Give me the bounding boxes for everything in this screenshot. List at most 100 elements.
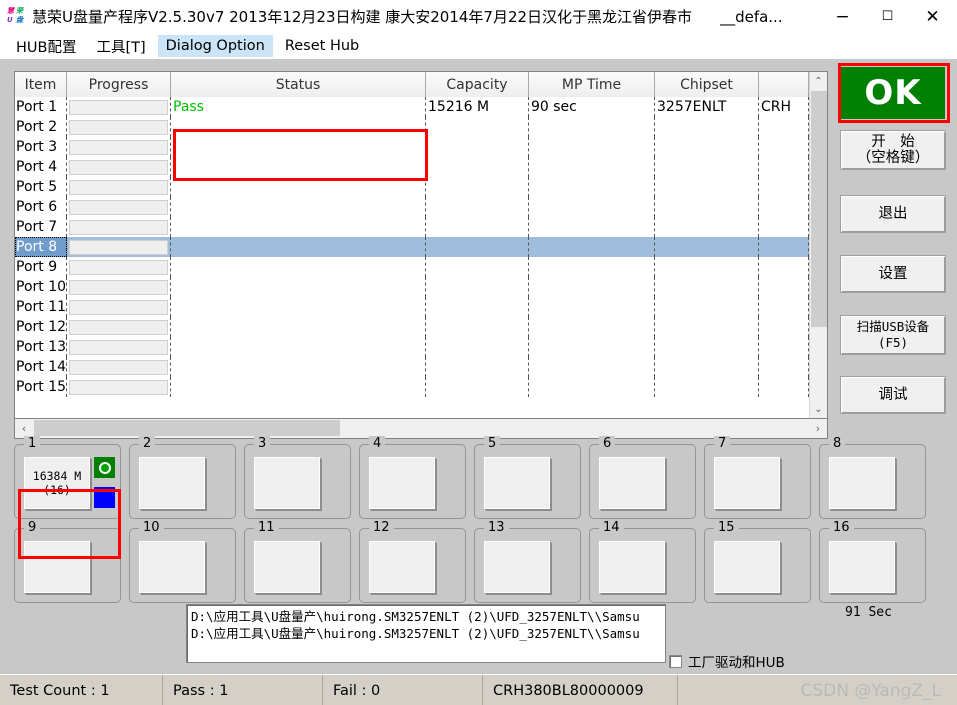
maximize-icon[interactable]: ☐ — [865, 0, 910, 33]
column-header-mp-time[interactable]: MP Time — [529, 72, 655, 97]
cell-mp-time — [529, 217, 655, 237]
scroll-down-icon[interactable]: ⌄ — [810, 400, 827, 418]
slot-device-plate[interactable] — [24, 541, 90, 593]
log-output[interactable]: D:\应用工具\U盘量产\huirong.SM3257ENLT (2)\UFD_… — [186, 604, 666, 663]
slot-device-plate[interactable] — [714, 457, 780, 509]
slot-group[interactable]: 4 — [359, 436, 466, 519]
table-vertical-scrollbar[interactable]: ⌃ ⌄ — [809, 72, 827, 418]
slot-device-plate[interactable] — [829, 541, 895, 593]
scroll-right-icon[interactable]: › — [809, 419, 827, 437]
table-row[interactable]: Port 10 — [15, 277, 827, 297]
slot-number-label: 13 — [484, 520, 509, 535]
menu-item-hub-config[interactable]: HUB配置 — [8, 33, 84, 60]
log-line: D:\应用工具\U盘量产\huirong.SM3257ENLT (2)\UFD_… — [191, 626, 640, 641]
app-icon: 慧荣U盘 — [7, 6, 25, 26]
horizontal-scroll-thumb[interactable] — [34, 420, 340, 436]
table-row[interactable]: Port 11 — [15, 297, 827, 317]
application-window: 慧荣U盘 慧荣U盘量产程序V2.5.30v7 2013年12月23日构建 康大安… — [0, 0, 957, 705]
slot-device-plate[interactable] — [714, 541, 780, 593]
table-row[interactable]: Port 7 — [15, 217, 827, 237]
scan-usb-button[interactable]: 扫描USB设备 (F5) — [840, 315, 946, 355]
slot-group[interactable]: 9 — [14, 520, 121, 603]
port-list-table[interactable]: Item Progress Status Capacity MP Time Ch… — [14, 71, 828, 419]
slot-group[interactable]: 6 — [589, 436, 696, 519]
table-row[interactable]: Port 6 — [15, 197, 827, 217]
slot-group[interactable]: 7 — [704, 436, 811, 519]
menu-item-reset-hub[interactable]: Reset Hub — [277, 35, 367, 57]
slot-group[interactable]: 15 — [704, 520, 811, 603]
slot-device-plate[interactable] — [369, 457, 435, 509]
table-horizontal-scrollbar[interactable]: ‹ › — [14, 419, 828, 439]
table-row[interactable]: Port 14 — [15, 357, 827, 377]
cell-progress — [67, 377, 171, 397]
cell-chipset — [655, 357, 759, 377]
debug-button[interactable]: 调试 — [840, 376, 946, 414]
progress-bar — [69, 339, 168, 355]
slot-device-plate[interactable]: 16384 M (16) — [24, 457, 90, 509]
slot-device-plate[interactable] — [139, 541, 205, 593]
table-row[interactable]: Port 2 — [15, 117, 827, 137]
cell-extra — [759, 177, 809, 197]
column-header-item[interactable]: Item — [15, 72, 67, 97]
column-header-progress[interactable]: Progress — [67, 72, 171, 97]
menu-item-tools[interactable]: 工具[T] — [88, 33, 153, 60]
column-header-status[interactable]: Status — [171, 72, 426, 97]
cell-item: Port 3 — [15, 137, 67, 157]
slot-grid: 1 16384 M (16) 2 3 4 5 6 7 8 9 10 11 12 13 14 15 16 — [14, 436, 944, 603]
led-ok-icon — [94, 457, 115, 478]
slot-device-plate[interactable] — [139, 457, 205, 509]
slot-number-label: 2 — [139, 436, 156, 451]
slot-device-plate[interactable] — [254, 457, 320, 509]
vertical-scroll-thumb[interactable] — [811, 91, 827, 327]
table-row[interactable]: Port 1 Pass 15216 M 90 sec 3257ENLT CRH — [15, 97, 827, 117]
table-row[interactable]: Port 3 — [15, 137, 827, 157]
table-row[interactable]: Port 15 — [15, 377, 827, 397]
close-icon[interactable]: ✕ — [910, 0, 955, 33]
cell-item: Port 13 — [16, 337, 67, 357]
menu-item-dialog-option[interactable]: Dialog Option — [157, 35, 273, 57]
slot-device-plate[interactable] — [369, 541, 435, 593]
slot-group[interactable]: 14 — [589, 520, 696, 603]
factory-driver-hub-checkbox[interactable]: 工厂驱动和HUB — [669, 651, 785, 671]
slot-device-plate[interactable] — [254, 541, 320, 593]
scroll-up-icon[interactable]: ⌃ — [810, 72, 827, 90]
cell-status — [171, 217, 426, 237]
table-row[interactable]: Port 12 — [15, 317, 827, 337]
slot-device-plate[interactable] — [829, 457, 895, 509]
table-row[interactable]: Port 4 — [15, 157, 827, 177]
slot-group[interactable]: 16 — [819, 520, 926, 603]
slot-group[interactable]: 12 — [359, 520, 466, 603]
slot-group[interactable]: 5 — [474, 436, 581, 519]
cell-extra — [759, 277, 809, 297]
cell-status: Pass — [171, 97, 426, 117]
scroll-left-icon[interactable]: ‹ — [15, 419, 33, 437]
slot-device-plate[interactable] — [484, 541, 550, 593]
slot-group[interactable]: 13 — [474, 520, 581, 603]
slot-group[interactable]: 8 — [819, 436, 926, 519]
table-row[interactable]: Port 9 — [15, 257, 827, 277]
slot-device-plate[interactable] — [599, 541, 665, 593]
slot-group[interactable]: 3 — [244, 436, 351, 519]
slot-group[interactable]: 1 16384 M (16) — [14, 436, 121, 519]
exit-button[interactable]: 退出 — [840, 195, 946, 233]
start-button[interactable]: 开 始 （空格键） — [840, 130, 946, 170]
slot-group[interactable]: 11 — [244, 520, 351, 603]
table-row[interactable]: Port 5 — [15, 177, 827, 197]
table-row[interactable]: Port 8 — [15, 237, 827, 257]
column-header-chipset[interactable]: Chipset — [655, 72, 759, 97]
slot-device-plate[interactable] — [599, 457, 665, 509]
settings-button[interactable]: 设置 — [840, 255, 946, 293]
slot-number-label: 11 — [254, 520, 279, 535]
cell-capacity — [426, 157, 529, 177]
column-header-extra[interactable] — [759, 72, 809, 97]
client-area: Item Progress Status Capacity MP Time Ch… — [0, 59, 957, 674]
slot-device-plate[interactable] — [484, 457, 550, 509]
checkbox-box[interactable] — [669, 654, 682, 668]
cell-mp-time — [529, 357, 655, 377]
slot-group[interactable]: 2 — [129, 436, 236, 519]
column-header-capacity[interactable]: Capacity — [426, 72, 529, 97]
slot-group[interactable]: 10 — [129, 520, 236, 603]
cell-capacity — [426, 357, 529, 377]
minimize-icon[interactable]: − — [820, 0, 865, 33]
table-row[interactable]: Port 13 — [15, 337, 827, 357]
